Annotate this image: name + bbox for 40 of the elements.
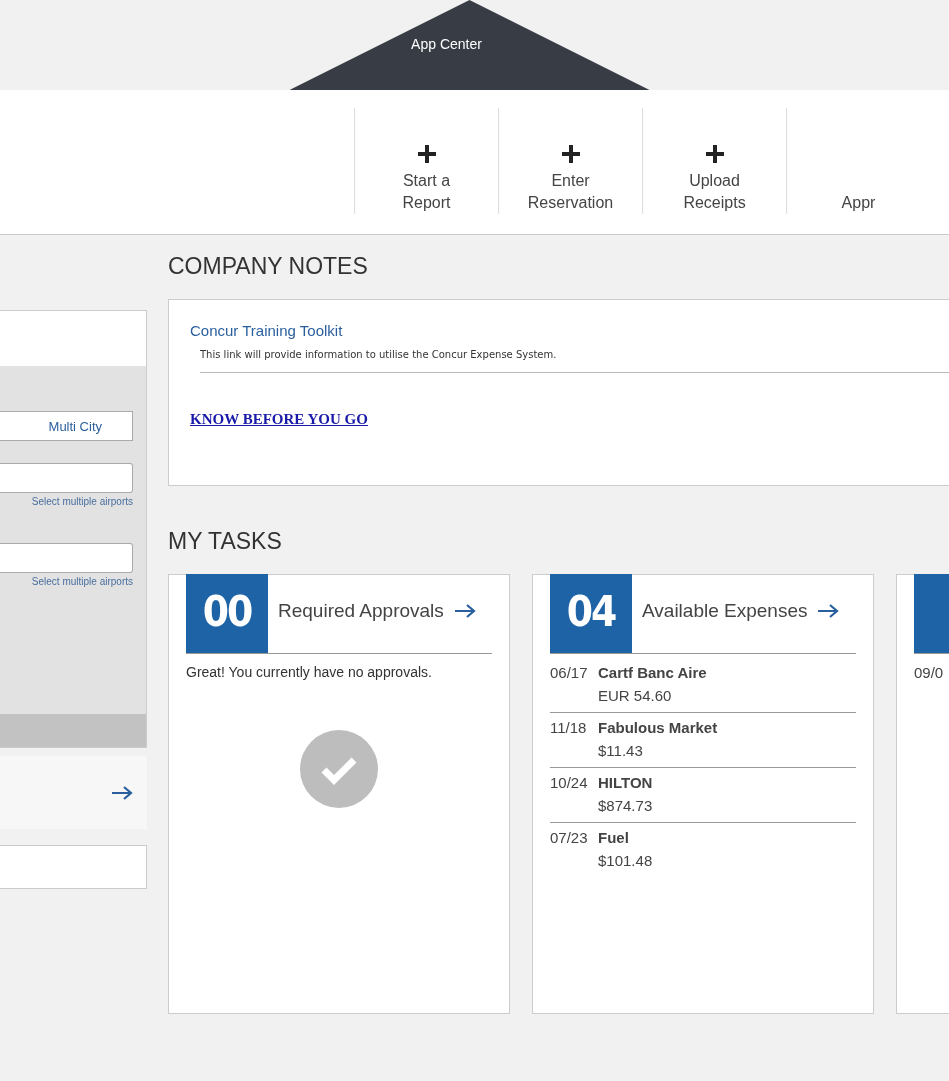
expense-date: 07/23 bbox=[550, 829, 589, 848]
note-description: This link will provide information to utilise the Concur Expense System. bbox=[200, 349, 949, 373]
expense-name[interactable]: Cartf Banc Aire bbox=[598, 664, 707, 681]
note-link[interactable]: Concur Training Toolkit bbox=[190, 322, 343, 339]
expense-amount: $11.43 bbox=[598, 742, 644, 759]
expense-date: 11/18 bbox=[550, 719, 588, 738]
section-heading: MY TASKS bbox=[168, 528, 283, 555]
expense-name[interactable]: Fuel bbox=[598, 829, 653, 846]
expense-name[interactable]: Fabulous Market bbox=[598, 719, 718, 736]
plus-icon bbox=[560, 144, 581, 164]
airport-field[interactable] bbox=[0, 543, 133, 573]
quick-action[interactable]: Upload Receipts bbox=[642, 108, 786, 214]
task-count: 04 bbox=[550, 574, 632, 653]
section-heading: COMPANY NOTES bbox=[168, 253, 369, 280]
app-center-title[interactable]: App Center bbox=[411, 36, 482, 90]
checkmark-icon bbox=[300, 730, 378, 808]
airport-field[interactable] bbox=[0, 463, 133, 493]
quick-action[interactable]: Enter Reservation bbox=[498, 108, 642, 214]
know-before-link[interactable]: KNOW BEFORE YOU GO bbox=[190, 411, 368, 428]
select-airports-link[interactable]: Select multiple airports bbox=[31, 496, 133, 507]
task-count: 00 bbox=[186, 574, 268, 653]
empty-message: Great! You currently have no approvals. bbox=[186, 664, 433, 680]
plus-icon bbox=[704, 144, 725, 164]
task-title[interactable]: Available Expenses bbox=[642, 600, 808, 622]
expense-date: 10/24 bbox=[550, 774, 589, 793]
quick-action[interactable]: Start a Report bbox=[354, 108, 498, 214]
arrow-icon[interactable] bbox=[453, 604, 476, 618]
select-airports-link[interactable]: Select multiple airports bbox=[31, 576, 133, 587]
plus-icon bbox=[416, 144, 437, 164]
expense-date: 06/17 bbox=[550, 664, 589, 683]
expense-amount: EUR 54.60 bbox=[598, 687, 673, 704]
arrow-icon[interactable] bbox=[817, 604, 840, 618]
expense-amount: $874.73 bbox=[598, 797, 653, 814]
task-title[interactable]: Required Approvals bbox=[278, 600, 444, 622]
arrow-icon[interactable] bbox=[111, 785, 133, 800]
expense-name[interactable]: HILTON bbox=[598, 774, 653, 791]
expense-amount: $101.48 bbox=[598, 852, 653, 869]
quick-action[interactable]: Appr bbox=[786, 108, 930, 214]
expense-date: 09/0 bbox=[914, 664, 945, 681]
multi-city-button[interactable]: Multi City bbox=[0, 411, 133, 441]
